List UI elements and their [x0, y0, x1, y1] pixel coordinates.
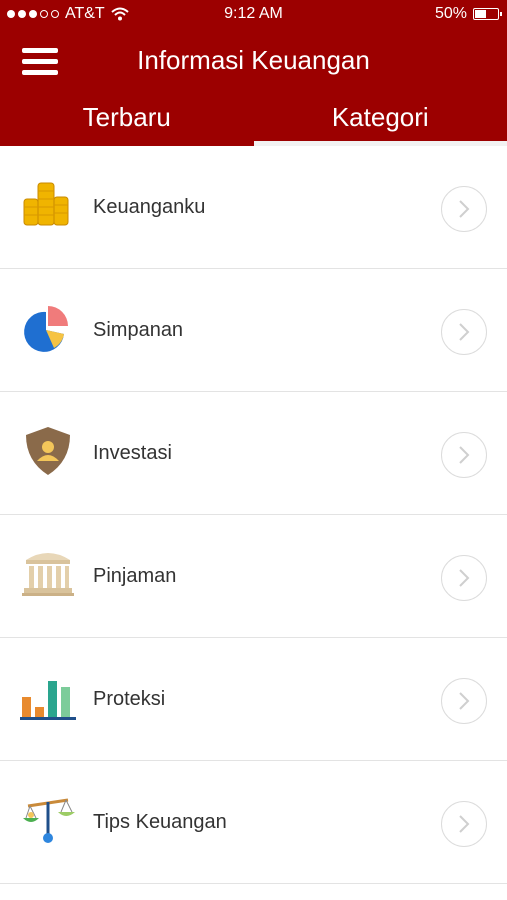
coins-icon [23, 182, 69, 226]
balance-scale-icon [23, 798, 75, 843]
page-title: Informasi Keuangan [137, 45, 370, 75]
list-item-proteksi[interactable]: Proteksi [0, 638, 507, 761]
chevron-right-icon[interactable] [441, 432, 487, 478]
shield-user-icon [26, 427, 70, 475]
pie-chart-icon [24, 306, 68, 352]
status-right: 50% [434, 5, 502, 23]
status-bar: AT&T 9:12 AM 50% [0, 0, 507, 28]
bar-chart-icon [20, 681, 76, 720]
list-item-label: Keuanganku [93, 196, 206, 218]
chevron-right-icon[interactable] [441, 309, 487, 355]
list-item-simpanan[interactable]: Simpanan [0, 269, 507, 392]
list-item-label: Proteksi [93, 688, 166, 710]
category-list: Keuanganku Simpanan Investasi Pinjaman P… [0, 146, 507, 884]
tab-kategori[interactable]: Kategori [253, 96, 507, 146]
tab-terbaru[interactable]: Terbaru [0, 96, 254, 146]
battery-icon [473, 8, 502, 20]
bank-building-icon [22, 553, 74, 596]
list-item-keuanganku[interactable]: Keuanganku [0, 146, 507, 269]
list-item-tips-keuangan[interactable]: Tips Keuangan [0, 761, 507, 884]
battery-percent: 50% [434, 5, 467, 22]
battery-fill [475, 10, 486, 18]
list-item-investasi[interactable]: Investasi [0, 392, 507, 515]
app-header: AT&T 9:12 AM 50% Informasi Keuangan Terb… [0, 0, 507, 146]
list-item-pinjaman[interactable]: Pinjaman [0, 515, 507, 638]
list-item-label: Simpanan [93, 319, 184, 341]
tab-bar: Terbaru Kategori [0, 96, 507, 146]
chevron-right-icon[interactable] [441, 678, 487, 724]
chevron-right-icon[interactable] [441, 186, 487, 232]
list-item-label: Investasi [93, 442, 172, 464]
clock: 9:12 AM [224, 5, 283, 22]
chevron-right-icon[interactable] [441, 801, 487, 847]
list-item-label: Pinjaman [93, 565, 177, 587]
chevron-right-icon[interactable] [441, 555, 487, 601]
list-item-label: Tips Keuangan [93, 811, 227, 833]
